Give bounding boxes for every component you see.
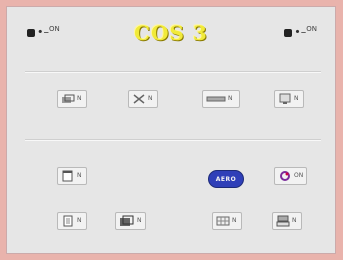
screen-button[interactable]: N [274,90,304,108]
stack-button-label: N [77,95,82,102]
doc-button[interactable]: N [57,212,87,230]
right-indicator-sup: ON [306,25,317,33]
cube-icon [120,215,134,226]
strip-icon [206,96,226,102]
cross-button[interactable]: N [128,90,158,108]
right-indicator-mark: •– [294,25,307,39]
swirl-icon [280,171,290,181]
page-title: COS 3 [134,21,208,45]
right-indicator-icon [284,28,293,37]
aero-badge-button[interactable]: AERO [208,170,244,188]
cross-button-label: N [148,95,153,102]
grid-icon [216,216,230,226]
swirl-button-label: ON [294,172,304,179]
cube-button[interactable]: N [115,212,146,230]
strip-button[interactable]: N [202,90,240,108]
tray-button-label: N [292,217,297,224]
divider-top [25,71,321,73]
stack-button[interactable]: N [57,90,87,108]
doc-button-label: N [77,217,82,224]
page-button[interactable]: N [57,167,87,185]
divider-middle [25,139,321,141]
strip-button-label: N [228,95,233,102]
right-indicator[interactable]: •–ON [284,25,317,39]
grid-button-label: N [232,217,237,224]
window-frame: •–ON COS 3 •–ON N N N N N AERO ON N N N … [6,6,336,254]
grid-button[interactable]: N [212,212,242,230]
tray-button[interactable]: N [272,212,302,230]
screen-button-label: N [294,95,299,102]
screen-icon [279,93,291,104]
cross-icon [133,94,145,104]
page-icon [62,170,73,182]
stack-icon [62,94,75,103]
title-bar: •–ON COS 3 •–ON [15,15,327,51]
swirl-button[interactable]: ON [274,167,308,185]
doc-icon [63,215,73,227]
tray-icon [276,215,290,227]
cube-button-label: N [137,217,142,224]
aero-badge-label: AERO [215,175,237,183]
page-button-label: N [77,172,82,179]
